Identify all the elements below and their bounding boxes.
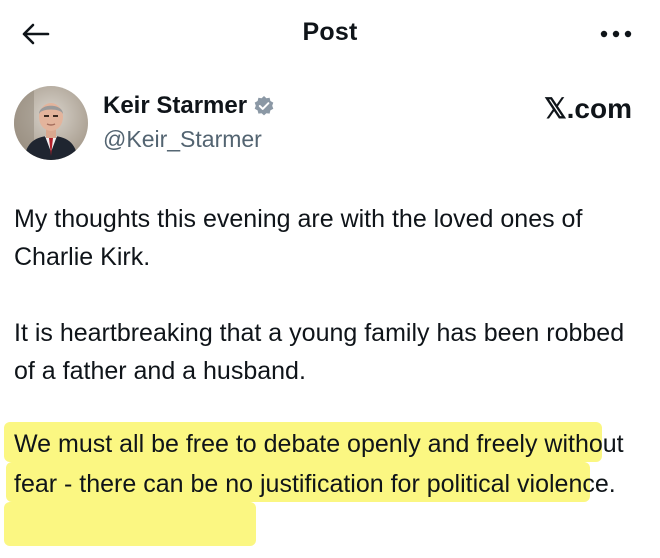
post-text: My thoughts this evening are with the lo… <box>14 200 644 428</box>
x-logo-text: 𝕏.com <box>544 93 632 124</box>
author-name-row[interactable]: Keir Starmer <box>103 92 275 120</box>
avatar[interactable] <box>14 86 88 160</box>
top-bar: Post <box>0 0 660 70</box>
page-title: Post <box>302 18 358 46</box>
post-paragraph: My thoughts this evening are with the lo… <box>14 205 583 271</box>
highlighted-paragraph: We must all be free to debate openly and… <box>14 430 624 498</box>
highlight-stroke <box>4 502 256 546</box>
more-horizontal-icon <box>600 30 632 38</box>
more-options-button[interactable] <box>596 20 636 48</box>
x-com-watermark: 𝕏.com <box>544 92 632 125</box>
avatar-image <box>14 86 88 160</box>
author-name[interactable]: Keir Starmer <box>103 92 247 120</box>
post-paragraph: It is heartbreaking that a young family … <box>14 319 625 385</box>
author-handle[interactable]: @Keir_Starmer <box>103 126 262 153</box>
verified-badge-icon <box>253 95 275 117</box>
